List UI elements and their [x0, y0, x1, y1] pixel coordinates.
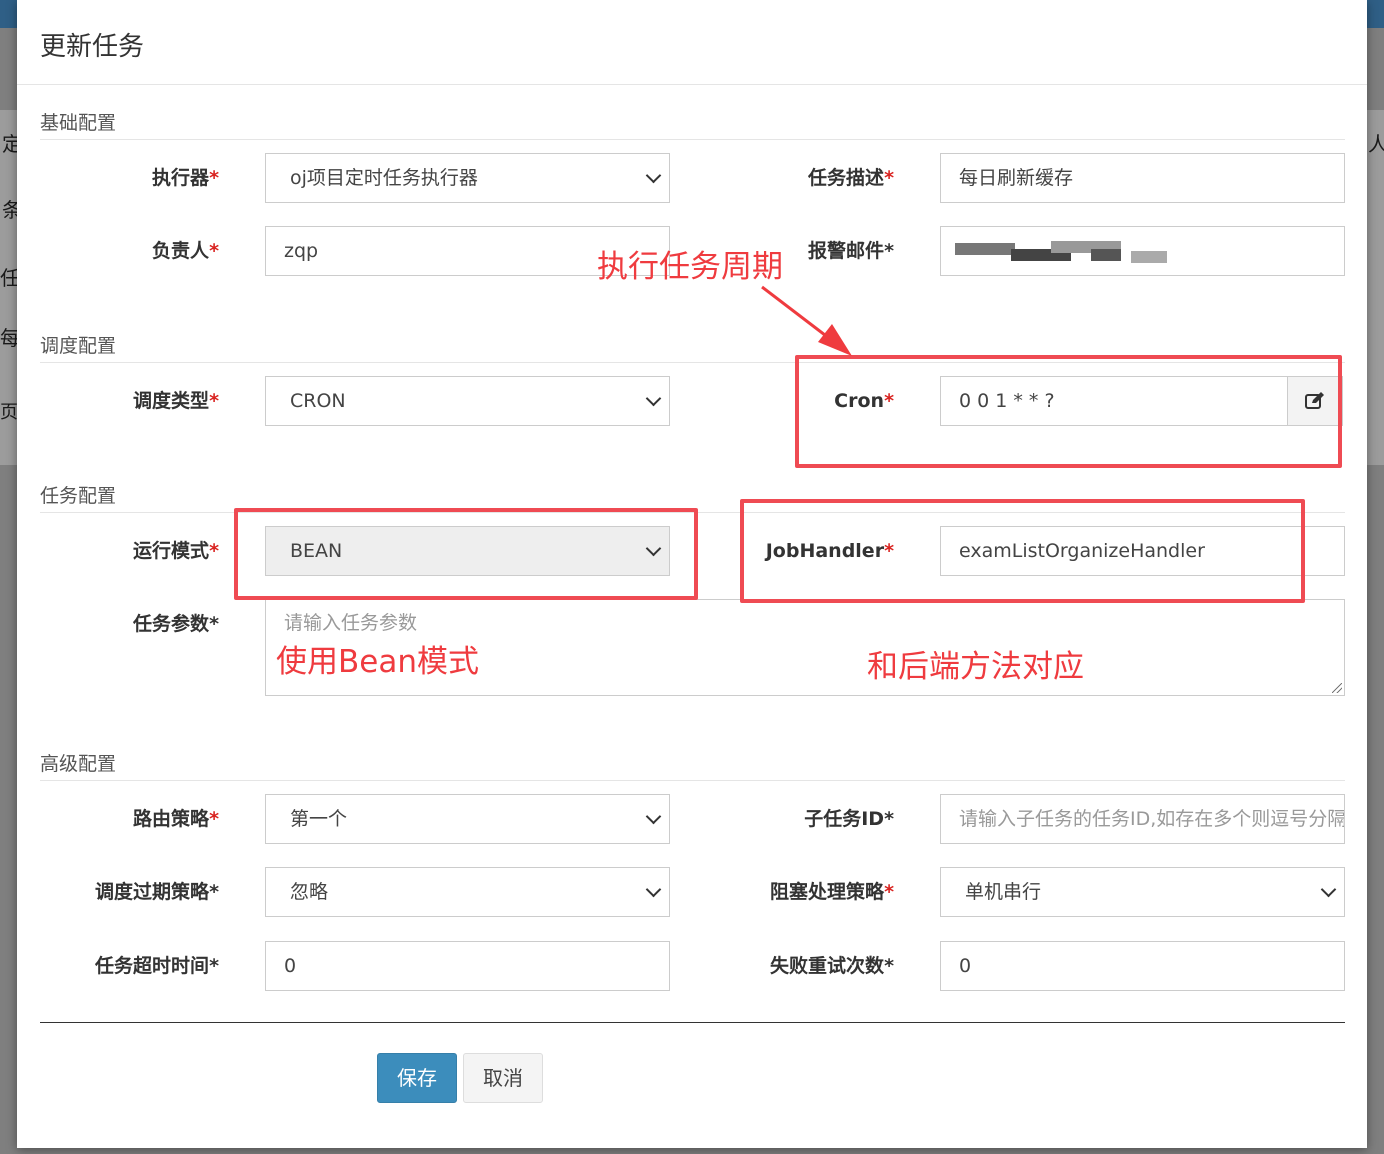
annotation-arrow: [761, 285, 852, 356]
